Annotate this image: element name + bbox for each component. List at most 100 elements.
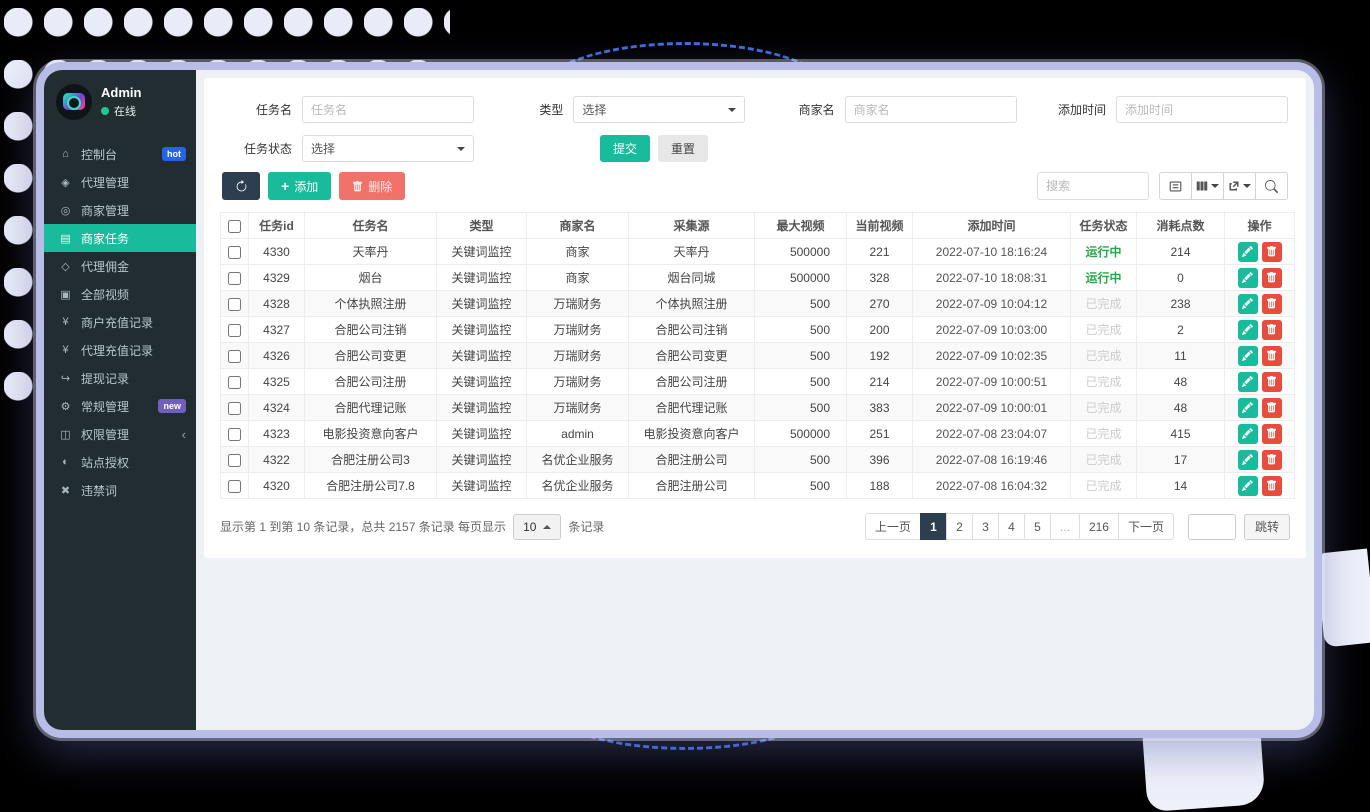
pagination-page-5[interactable]: 5 [1024,513,1051,540]
edit-row-button[interactable] [1238,346,1258,366]
task-id-cell: 4320 [249,473,305,499]
edit-row-button[interactable] [1238,450,1258,470]
jump-button[interactable]: 跳转 [1244,514,1290,540]
row-checkbox[interactable] [228,376,241,389]
sidebar-item-merchant-recharge[interactable]: ¥商户充值记录 [44,308,196,336]
caret-down-icon [457,147,465,151]
card-view-toggle-button[interactable] [1159,172,1192,200]
column-header[interactable]: 任务id [249,213,305,239]
status-badge: 运行中 [1085,245,1121,259]
sidebar-item-withdraw[interactable]: ↪提现记录 [44,364,196,392]
row-checkbox[interactable] [228,246,241,259]
sidebar-item-dashboard[interactable]: ⌂控制台hot [44,140,196,168]
delete-row-button[interactable] [1262,268,1282,288]
sidebar-item-commission[interactable]: ◇代理佣金 [44,252,196,280]
actions-cell [1225,473,1295,499]
trash-icon [1266,402,1277,413]
pagination-page-216[interactable]: 216 [1079,513,1119,540]
row-checkbox[interactable] [228,298,241,311]
max-videos-cell: 500 [755,317,847,343]
edit-row-button[interactable] [1238,476,1258,496]
columns-button[interactable] [1191,172,1224,200]
pagination-prev[interactable]: 上一页 [865,513,921,540]
column-header[interactable]: 任务名 [305,213,437,239]
column-header[interactable]: 操作 [1225,213,1295,239]
sidebar-item-banned-words[interactable]: ✖违禁词 [44,476,196,504]
column-header[interactable]: 任务状态 [1071,213,1137,239]
delete-row-button[interactable] [1262,320,1282,340]
delete-row-button[interactable] [1262,242,1282,262]
task-name-input[interactable] [302,96,474,123]
sidebar-item-videos[interactable]: ▣全部视频 [44,280,196,308]
sidebar-item-merchants[interactable]: ◎商家管理 [44,196,196,224]
pagination-page-4[interactable]: 4 [998,513,1025,540]
column-header[interactable]: 采集源 [629,213,755,239]
row-checkbox[interactable] [228,480,241,493]
row-checkbox[interactable] [228,272,241,285]
merchant-name-input[interactable] [845,96,1017,123]
add-button[interactable]: + 添加 [268,172,331,200]
export-button[interactable] [1223,172,1256,200]
jump-page-input[interactable] [1188,514,1236,540]
pagination-page-2[interactable]: 2 [946,513,973,540]
delete-row-button[interactable] [1262,424,1282,444]
pagination-page-3[interactable]: 3 [972,513,999,540]
pagination-next[interactable]: 下一页 [1118,513,1174,540]
add-time-input[interactable] [1116,96,1288,123]
edit-row-button[interactable] [1238,424,1258,444]
row-checkbox[interactable] [228,350,241,363]
sidebar-item-general-settings[interactable]: ⚙常规管理new [44,392,196,420]
status-cell: 已完成 [1071,369,1137,395]
type-select[interactable]: 选择 [573,96,745,123]
delete-row-button[interactable] [1262,476,1282,496]
refresh-button[interactable] [222,172,260,200]
edit-row-button[interactable] [1238,268,1258,288]
actions-cell [1225,265,1295,291]
new-badge: new [158,399,186,413]
edit-row-button[interactable] [1238,294,1258,314]
submit-button[interactable]: 提交 [600,135,650,162]
source-cell: 合肥注册公司 [629,447,755,473]
current-videos-cell: 214 [847,369,913,395]
delete-row-button[interactable] [1262,450,1282,470]
delete-row-button[interactable] [1262,372,1282,392]
column-header[interactable]: 最大视频 [755,213,847,239]
edit-row-button[interactable] [1238,320,1258,340]
caret-down-icon [728,108,736,112]
delete-row-button[interactable] [1262,294,1282,314]
avatar[interactable] [56,84,92,120]
sidebar-item-agents[interactable]: ◈代理管理 [44,168,196,196]
delete-button[interactable]: 删除 [339,172,405,200]
row-checkbox[interactable] [228,454,241,467]
column-header[interactable]: 添加时间 [913,213,1071,239]
edit-row-button[interactable] [1238,398,1258,418]
delete-row-button[interactable] [1262,346,1282,366]
task-status-select[interactable]: 选择 [302,135,474,162]
edit-row-button[interactable] [1238,372,1258,392]
edit-row-button[interactable] [1238,242,1258,262]
sidebar-item-agent-recharge[interactable]: ¥代理充值记录 [44,336,196,364]
trash-icon [1266,480,1277,491]
column-header[interactable]: 消耗点数 [1137,213,1225,239]
page-size-select[interactable]: 10 [513,514,561,540]
status-badge: 运行中 [1085,271,1121,285]
status-cell: 已完成 [1071,473,1137,499]
row-checkbox[interactable] [228,428,241,441]
row-checkbox[interactable] [228,402,241,415]
points-cell: 2 [1137,317,1225,343]
delete-row-button[interactable] [1262,398,1282,418]
column-header[interactable]: 商家名 [527,213,629,239]
select-all-checkbox[interactable] [228,220,241,233]
sidebar-item-merchant-tasks[interactable]: ▤商家任务 [44,224,196,252]
search-icon [1265,180,1278,193]
search-button[interactable] [1255,172,1288,200]
user-name: Admin [101,85,141,100]
pagination-page-1[interactable]: 1 [920,513,947,540]
sidebar-item-site-auth[interactable]: ◐站点授权 [44,448,196,476]
sidebar-item-permissions[interactable]: ◫权限管理‹ [44,420,196,448]
column-header[interactable]: 类型 [437,213,527,239]
reset-button[interactable]: 重置 [658,135,708,162]
table-search-input[interactable] [1037,172,1149,200]
column-header[interactable]: 当前视频 [847,213,913,239]
row-checkbox[interactable] [228,324,241,337]
